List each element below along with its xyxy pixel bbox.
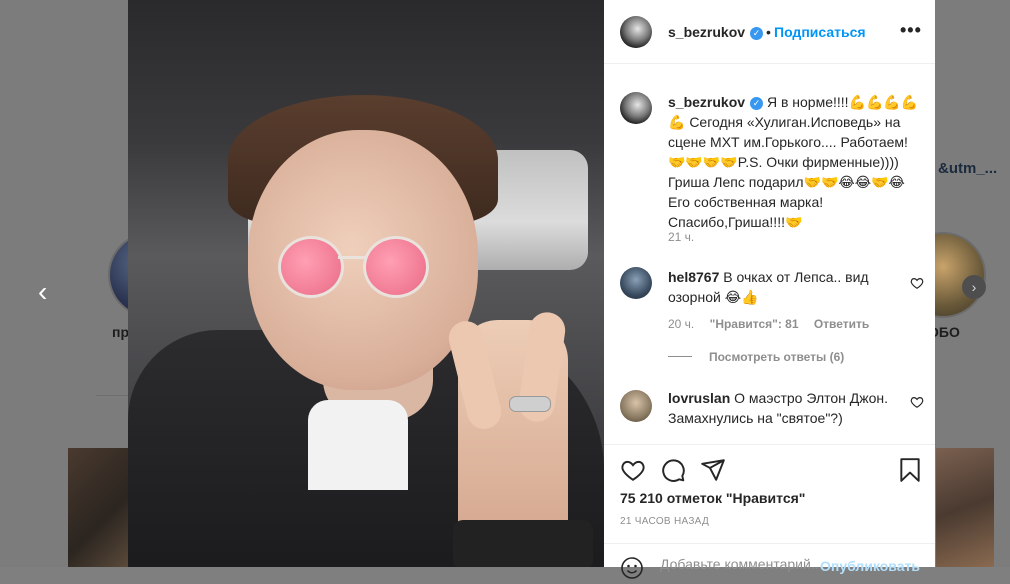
post-timestamp: 21 ЧАСОВ НАЗАД xyxy=(620,516,710,527)
post-actions: 75 210 отметок "Нравится" 21 ЧАСОВ НАЗАД… xyxy=(604,444,935,579)
comment-likes[interactable]: "Нравится": 81 xyxy=(710,317,799,331)
previous-post-icon[interactable]: ‹ xyxy=(38,278,47,306)
comment-like-heart-icon[interactable] xyxy=(910,276,924,290)
glasses-bridge xyxy=(338,256,366,259)
comment-2: lovruslan О маэстро Элтон Джон. Замахнул… xyxy=(668,388,908,428)
view-replies-button[interactable]: Посмотреть ответы (6) xyxy=(709,350,844,364)
add-comment-row: Опубликовать xyxy=(604,543,935,584)
bio-link-fragment[interactable]: &utm_... xyxy=(938,160,997,177)
replies-line xyxy=(668,356,692,357)
heart-icon[interactable] xyxy=(620,457,646,483)
shirt xyxy=(308,400,408,490)
grid-thumbnail-right[interactable] xyxy=(936,448,994,567)
reply-button[interactable]: Ответить xyxy=(814,317,869,331)
publish-button[interactable]: Опубликовать xyxy=(820,558,920,574)
post-author[interactable]: s_bezrukov ✓ xyxy=(668,24,764,40)
comment-meta: 20 ч. "Нравится": 81 Ответить xyxy=(668,317,881,331)
glasses-lens-left xyxy=(278,236,344,298)
follow-separator: • xyxy=(766,24,771,40)
comment-username[interactable]: hel8767 xyxy=(668,269,719,285)
comment-1: hel8767 В очках от Лепса.. вид озорной 😂… xyxy=(668,267,898,307)
follow-button[interactable]: Подписаться xyxy=(774,24,866,40)
ring xyxy=(509,396,551,412)
comment-avatar[interactable] xyxy=(620,390,652,422)
comments-list: s_bezrukov ✓ Я в норме!!!!💪💪💪💪💪 Сегодня «… xyxy=(604,64,935,444)
caption-username[interactable]: s_bezrukov xyxy=(668,94,745,110)
grid-thumbnail-left[interactable] xyxy=(68,448,128,567)
post-author-username[interactable]: s_bezrukov xyxy=(668,24,745,40)
post-photo[interactable] xyxy=(128,0,604,567)
comment-avatar[interactable] xyxy=(620,267,652,299)
caption-avatar[interactable] xyxy=(620,92,652,124)
bookmark-icon[interactable] xyxy=(897,457,923,483)
caption-time: 21 ч. xyxy=(668,230,695,244)
sleeve-cuff xyxy=(453,520,593,567)
comment-username[interactable]: lovruslan xyxy=(668,390,730,406)
story-highlight-left-label: пр xyxy=(112,324,130,340)
post-caption: s_bezrukov ✓ Я в норме!!!!💪💪💪💪💪 Сегодня «… xyxy=(668,92,924,232)
post-side-panel: s_bezrukov ✓ • Подписаться ••• s_bezrukov… xyxy=(604,0,935,579)
more-options-icon[interactable]: ••• xyxy=(900,20,922,41)
verified-icon: ✓ xyxy=(750,27,764,40)
glasses-lens-right xyxy=(363,236,429,298)
caption-text: Я в норме!!!!💪💪💪💪💪 Сегодня «Хулиган.Испо… xyxy=(668,94,919,230)
post-header: s_bezrukov ✓ • Подписаться ••• xyxy=(604,0,935,64)
share-icon[interactable] xyxy=(700,457,726,483)
stories-next-icon[interactable]: › xyxy=(962,275,986,299)
comment-like-heart-icon[interactable] xyxy=(910,395,924,409)
likes-count[interactable]: 75 210 отметок "Нравится" xyxy=(620,490,805,506)
comment-time: 20 ч. xyxy=(668,317,695,331)
verified-icon: ✓ xyxy=(750,97,764,110)
emoji-icon[interactable] xyxy=(620,556,644,580)
avatar[interactable] xyxy=(620,16,652,48)
comment-icon[interactable] xyxy=(660,457,686,483)
